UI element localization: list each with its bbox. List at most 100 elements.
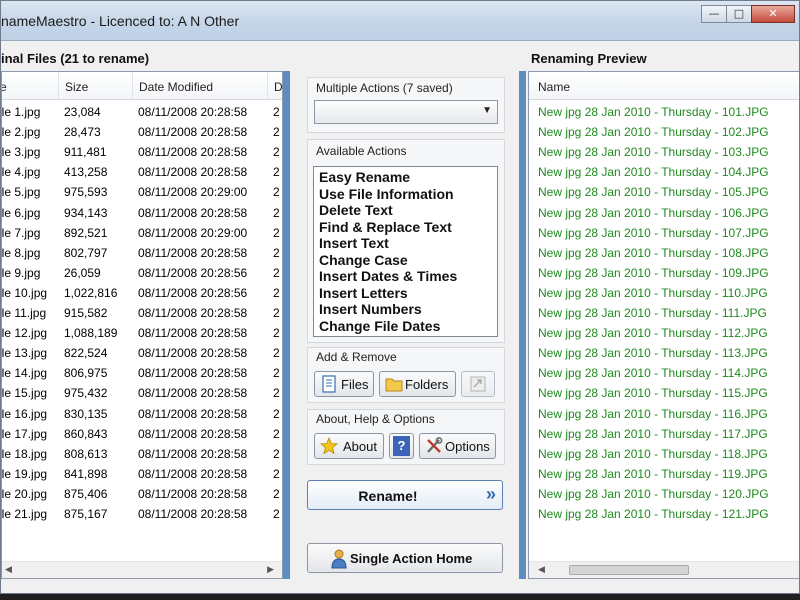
table-row[interactable]: ile 16.jpg 830,135 08/11/2008 20:28:58 2	[2, 404, 282, 424]
table-row[interactable]: ile 9.jpg 26,059 08/11/2008 20:28:56 2	[2, 263, 282, 283]
action-item[interactable]: Delete Text	[319, 202, 393, 218]
table-row[interactable]: ile 3.jpg 911,481 08/11/2008 20:28:58 2	[2, 142, 282, 162]
list-item[interactable]: New jpg 28 Jan 2010 - Thursday - 109.JPG	[529, 263, 799, 283]
action-item[interactable]: Change File Dates	[319, 318, 440, 334]
list-item[interactable]: New jpg 28 Jan 2010 - Thursday - 102.JPG	[529, 122, 799, 142]
table-row[interactable]: ile 13.jpg 822,524 08/11/2008 20:28:58 2	[2, 343, 282, 363]
renaming-preview-scrollbar[interactable]: ◀	[529, 561, 799, 578]
table-row[interactable]: ile 17.jpg 860,843 08/11/2008 20:28:58 2	[2, 424, 282, 444]
file-extra-cell: 2	[273, 466, 280, 481]
table-row[interactable]: ile 10.jpg 1,022,816 08/11/2008 20:28:56 2	[2, 283, 282, 303]
list-item[interactable]: New jpg 28 Jan 2010 - Thursday - 108.JPG	[529, 243, 799, 263]
table-row[interactable]: ile 1.jpg 23,084 08/11/2008 20:28:58 2	[2, 102, 282, 122]
close-button[interactable]: ✕	[751, 5, 795, 23]
maximize-button[interactable]: □	[726, 5, 752, 23]
single-action-home-button[interactable]: Single Action Home	[307, 543, 503, 573]
minimize-button[interactable]: —	[701, 5, 727, 23]
list-item[interactable]: New jpg 28 Jan 2010 - Thursday - 113.JPG	[529, 343, 799, 363]
file-extra-cell: 2	[273, 245, 280, 260]
right-splitter[interactable]	[519, 71, 526, 579]
title-bar[interactable]: nameMaestro - Licenced to: A N Other — □…	[1, 1, 799, 41]
table-row[interactable]: ile 14.jpg 806,975 08/11/2008 20:28:58 2	[2, 363, 282, 383]
action-item[interactable]: Insert Letters	[319, 285, 408, 301]
preview-file-name: New jpg 28 Jan 2010 - Thursday - 105.JPG	[538, 185, 769, 200]
list-item[interactable]: New jpg 28 Jan 2010 - Thursday - 107.JPG	[529, 223, 799, 243]
list-item[interactable]: New jpg 28 Jan 2010 - Thursday - 119.JPG	[529, 464, 799, 484]
add-folders-label: Folders	[405, 377, 449, 392]
preview-file-name: New jpg 28 Jan 2010 - Thursday - 112.JPG	[538, 326, 768, 341]
table-row[interactable]: ile 20.jpg 875,406 08/11/2008 20:28:58 2	[2, 484, 282, 504]
table-row[interactable]: ile 19.jpg 841,898 08/11/2008 20:28:58 2	[2, 464, 282, 484]
action-item[interactable]: Change Case	[319, 252, 408, 268]
column-header-size[interactable]: Size	[65, 80, 88, 94]
list-item[interactable]: New jpg 28 Jan 2010 - Thursday - 121.JPG	[529, 504, 799, 524]
scroll-right-arrow-icon[interactable]: ▶	[267, 564, 274, 575]
add-files-button[interactable]: Files	[314, 371, 374, 397]
table-row[interactable]: ile 7.jpg 892,521 08/11/2008 20:29:00 2	[2, 223, 282, 243]
action-item[interactable]: Insert Numbers	[319, 301, 422, 317]
file-date-cell: 08/11/2008 20:28:58	[138, 245, 248, 260]
file-name-cell: ile 15.jpg	[1, 386, 48, 401]
renaming-preview-list[interactable]: Name New jpg 28 Jan 2010 - Thursday - 10…	[528, 71, 799, 579]
table-row[interactable]: ile 21.jpg 875,167 08/11/2008 20:28:58 2	[2, 504, 282, 524]
table-row[interactable]: ile 8.jpg 802,797 08/11/2008 20:28:58 2	[2, 243, 282, 263]
window-controls: — □ ✕	[701, 5, 795, 23]
options-button[interactable]: Options	[419, 433, 496, 459]
file-name-cell: ile 16.jpg	[1, 406, 48, 421]
table-row[interactable]: ile 12.jpg 1,088,189 08/11/2008 20:28:58 2	[2, 323, 282, 343]
list-item[interactable]: New jpg 28 Jan 2010 - Thursday - 111.JPG	[529, 303, 799, 323]
double-chevron-right-icon: »	[485, 484, 496, 504]
scroll-thumb[interactable]	[569, 565, 689, 575]
scroll-left-arrow-icon[interactable]: ◀	[5, 564, 12, 575]
list-item[interactable]: New jpg 28 Jan 2010 - Thursday - 115.JPG	[529, 383, 799, 403]
tools-icon	[427, 437, 443, 453]
action-item[interactable]: Use File Information	[319, 186, 454, 202]
help-button[interactable]: ?	[389, 433, 414, 459]
column-header-name[interactable]: e	[2, 80, 7, 94]
file-size-cell: 23,084	[64, 105, 101, 119]
column-header-extra[interactable]: D	[274, 80, 282, 94]
available-actions-list[interactable]: Easy Rename Use File Information Delete Te…	[313, 166, 498, 337]
remove-button[interactable]	[461, 371, 495, 397]
left-splitter[interactable]	[283, 71, 290, 579]
preview-file-name: New jpg 28 Jan 2010 - Thursday - 104.JPG	[538, 165, 769, 180]
column-header-date[interactable]: Date Modified	[139, 80, 213, 94]
scroll-left-arrow-icon[interactable]: ◀	[538, 564, 545, 575]
add-folders-button[interactable]: Folders	[379, 371, 456, 397]
preview-file-name: New jpg 28 Jan 2010 - Thursday - 101.JPG	[538, 105, 769, 119]
table-row[interactable]: ile 11.jpg 915,582 08/11/2008 20:28:58 2	[2, 303, 282, 323]
rename-button[interactable]: Rename! »	[307, 480, 503, 510]
file-size-cell: 934,143	[64, 205, 108, 220]
table-row[interactable]: ile 15.jpg 975,432 08/11/2008 20:28:58 2	[2, 383, 282, 403]
list-item[interactable]: New jpg 28 Jan 2010 - Thursday - 112.JPG	[529, 323, 799, 343]
list-item[interactable]: New jpg 28 Jan 2010 - Thursday - 118.JPG	[529, 444, 799, 464]
action-item[interactable]: Find & Replace Text	[319, 219, 452, 235]
table-row[interactable]: ile 4.jpg 413,258 08/11/2008 20:28:58 2	[2, 162, 282, 182]
list-item[interactable]: New jpg 28 Jan 2010 - Thursday - 120.JPG	[529, 484, 799, 504]
preview-file-name: New jpg 28 Jan 2010 - Thursday - 118.JPG	[538, 446, 768, 461]
list-item[interactable]: New jpg 28 Jan 2010 - Thursday - 106.JPG	[529, 203, 799, 223]
action-item[interactable]: Insert Dates & Times	[319, 268, 457, 284]
file-extra-cell: 2	[273, 125, 280, 140]
action-item[interactable]: Insert Text	[319, 235, 389, 251]
list-item[interactable]: New jpg 28 Jan 2010 - Thursday - 105.JPG	[529, 182, 799, 202]
table-row[interactable]: ile 2.jpg 28,473 08/11/2008 20:28:58 2	[2, 122, 282, 142]
about-button[interactable]: About	[314, 433, 384, 459]
original-files-scrollbar[interactable]: ◀ ▶	[2, 561, 282, 578]
list-item[interactable]: New jpg 28 Jan 2010 - Thursday - 117.JPG	[529, 424, 799, 444]
list-item[interactable]: New jpg 28 Jan 2010 - Thursday - 103.JPG	[529, 142, 799, 162]
list-item[interactable]: New jpg 28 Jan 2010 - Thursday - 116.JPG	[529, 404, 799, 424]
list-item[interactable]: New jpg 28 Jan 2010 - Thursday - 104.JPG	[529, 162, 799, 182]
table-row[interactable]: ile 6.jpg 934,143 08/11/2008 20:28:58 2	[2, 203, 282, 223]
list-item[interactable]: New jpg 28 Jan 2010 - Thursday - 101.JPG	[529, 102, 799, 122]
table-row[interactable]: ile 18.jpg 808,613 08/11/2008 20:28:58 2	[2, 444, 282, 464]
list-item[interactable]: New jpg 28 Jan 2010 - Thursday - 110.JPG	[529, 283, 799, 303]
column-header-preview-name[interactable]: Name	[538, 80, 570, 94]
original-files-list[interactable]: e Size Date Modified D ile 1.jpg 23,084 08…	[1, 71, 283, 579]
file-date-cell: 08/11/2008 20:28:58	[138, 507, 248, 521]
list-item[interactable]: New jpg 28 Jan 2010 - Thursday - 114.JPG	[529, 363, 799, 383]
action-item[interactable]: Easy Rename	[319, 169, 410, 185]
table-row[interactable]: ile 5.jpg 975,593 08/11/2008 20:29:00 2	[2, 182, 282, 202]
file-name-cell: ile 14.jpg	[1, 366, 48, 381]
multiple-actions-dropdown[interactable]: ▼	[314, 100, 498, 124]
